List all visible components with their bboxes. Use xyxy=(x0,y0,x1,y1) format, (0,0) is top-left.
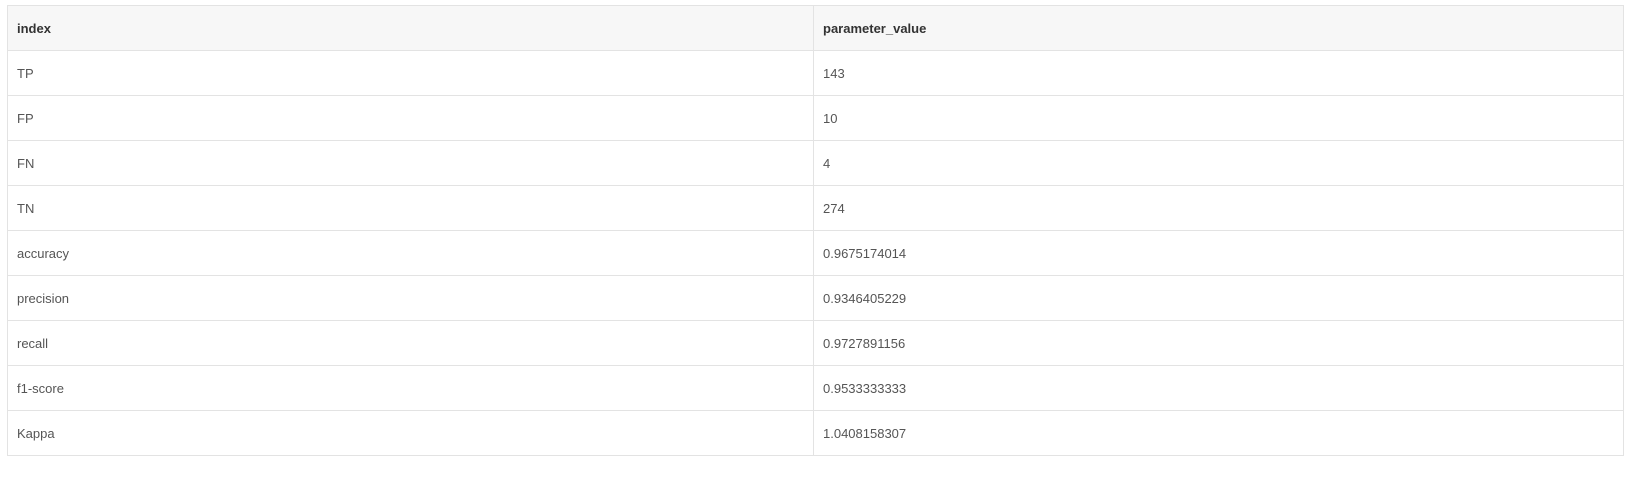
table-row: FN 4 xyxy=(7,140,1624,186)
cell-index: recall xyxy=(7,320,814,366)
cell-parameter-value: 10 xyxy=(813,95,1624,141)
cell-parameter-value: 0.9675174014 xyxy=(813,230,1624,276)
cell-index: f1-score xyxy=(7,365,814,411)
column-header-index[interactable]: index xyxy=(7,5,814,51)
cell-parameter-value: 143 xyxy=(813,50,1624,96)
table-row: recall 0.9727891156 xyxy=(7,320,1624,366)
cell-index: TP xyxy=(7,50,814,96)
cell-index: FN xyxy=(7,140,814,186)
cell-index: accuracy xyxy=(7,230,814,276)
cell-parameter-value: 0.9727891156 xyxy=(813,320,1624,366)
table-header-row: index parameter_value xyxy=(7,5,1624,51)
cell-parameter-value: 4 xyxy=(813,140,1624,186)
cell-index: TN xyxy=(7,185,814,231)
table-row: Kappa 1.0408158307 xyxy=(7,410,1624,456)
cell-index: precision xyxy=(7,275,814,321)
cell-index: FP xyxy=(7,95,814,141)
table-row: TN 274 xyxy=(7,185,1624,231)
table-row: f1-score 0.9533333333 xyxy=(7,365,1624,411)
table-body: TP 143 FP 10 FN 4 TN 274 accuracy 0.9675… xyxy=(7,50,1624,456)
cell-parameter-value: 274 xyxy=(813,185,1624,231)
table-row: precision 0.9346405229 xyxy=(7,275,1624,321)
cell-parameter-value: 0.9533333333 xyxy=(813,365,1624,411)
data-table: index parameter_value TP 143 FP 10 FN 4 … xyxy=(7,5,1624,456)
cell-parameter-value: 1.0408158307 xyxy=(813,410,1624,456)
cell-parameter-value: 0.9346405229 xyxy=(813,275,1624,321)
column-header-parameter-value[interactable]: parameter_value xyxy=(813,5,1624,51)
table-row: FP 10 xyxy=(7,95,1624,141)
table-row: accuracy 0.9675174014 xyxy=(7,230,1624,276)
table-header: index parameter_value xyxy=(7,5,1624,51)
table-row: TP 143 xyxy=(7,50,1624,96)
data-table-container: index parameter_value TP 143 FP 10 FN 4 … xyxy=(7,5,1624,456)
cell-index: Kappa xyxy=(7,410,814,456)
